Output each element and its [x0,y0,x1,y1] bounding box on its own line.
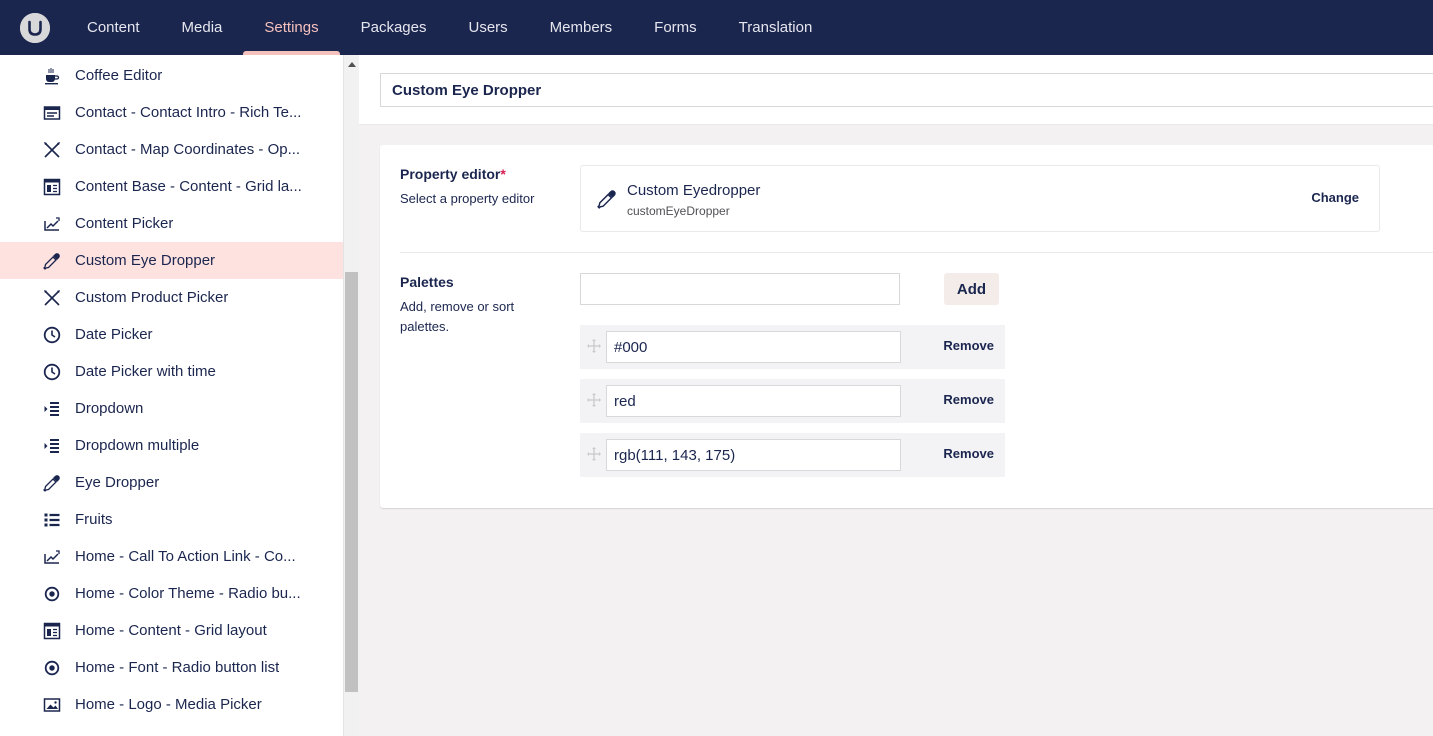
tree-item-custom-eye-dropper[interactable]: Custom Eye Dropper [0,242,343,279]
tree-item-label: Content Picker [75,215,174,232]
nav-media[interactable]: Media [161,0,244,55]
bullet-list-icon [42,510,62,530]
property-editor-label: Property editor* [400,166,506,182]
remove-palette-button[interactable]: Remove [943,446,994,461]
tree-item-label: Dropdown multiple [75,437,200,454]
tree-item-label: Home - Color Theme - Radio bu... [75,585,301,602]
umbraco-logo[interactable] [20,12,50,43]
tree-item-home-font[interactable]: Home - Font - Radio button list [0,649,343,686]
tree-item-home-logo[interactable]: Home - Logo - Media Picker [0,686,343,723]
tree-item-label: Custom Product Picker [75,289,229,306]
selected-property-editor[interactable]: Custom Eyedropper customEyeDropper Chang… [580,165,1380,232]
top-navigation-bar: Content Media Settings Packages Users Me… [0,0,1433,55]
tree-item-coffee-editor[interactable]: Coffee Editor [0,57,343,94]
coffee-icon [42,66,62,86]
main-editor: Custom Eye Dropper Property editor* Sele… [359,55,1433,736]
radio-button-icon [42,658,62,678]
radio-button-icon [42,584,62,604]
tree-item-label: Content Base - Content - Grid la... [75,178,302,195]
palette-row: #000 Remove [580,325,1005,369]
eyedropper-icon [42,473,62,493]
datatype-name-input[interactable]: Custom Eye Dropper [380,73,1433,107]
eyedropper-icon [597,189,617,209]
tree-item-content-picker[interactable]: Content Picker [0,205,343,242]
tree-item-home-color-theme[interactable]: Home - Color Theme - Radio bu... [0,575,343,612]
remove-palette-button[interactable]: Remove [943,392,994,407]
clock-icon [42,325,62,345]
tree-item-label: Custom Eye Dropper [75,252,216,269]
sidebar-scrollbar[interactable] [343,55,359,736]
drag-handle-icon[interactable] [587,447,601,461]
umbraco-logo-icon [20,12,50,43]
add-palette-button[interactable]: Add [944,273,999,305]
image-icon [42,695,62,715]
tree-item-label: Dropdown [75,400,144,417]
change-property-editor-button[interactable]: Change [1311,190,1359,205]
nav-packages[interactable]: Packages [340,0,448,55]
palettes-description: Add, remove or sort palettes. [400,299,515,334]
nav-members[interactable]: Members [529,0,634,55]
crossed-tools-icon [42,288,62,308]
tree-item-home-call-to-action[interactable]: Home - Call To Action Link - Co... [0,538,343,575]
content-picker-icon [42,214,62,234]
tree-item-content-base-grid[interactable]: Content Base - Content - Grid la... [0,168,343,205]
tree-item-date-picker-with-time[interactable]: Date Picker with time [0,353,343,390]
tree-item-label: Home - Content - Grid layout [75,622,267,639]
drag-handle-icon[interactable] [587,339,601,353]
nav-settings[interactable]: Settings [243,0,340,55]
property-editor-label-text: Property editor [400,166,501,182]
content-picker-icon [42,547,62,567]
tree-item-label: Date Picker [75,326,153,343]
palette-value-input[interactable]: #000 [606,331,901,363]
property-editor-name: Custom Eyedropper [627,182,761,199]
eyedropper-icon [42,251,62,271]
property-editor-alias: customEyeDropper [627,204,730,218]
tree-item-dropdown[interactable]: Dropdown [0,390,343,427]
editor-header: Custom Eye Dropper [359,55,1433,125]
tree-item-contact-intro[interactable]: Contact - Contact Intro - Rich Te... [0,94,343,131]
tree-item-eye-dropper[interactable]: Eye Dropper [0,464,343,501]
nav-translation[interactable]: Translation [718,0,834,55]
remove-palette-button[interactable]: Remove [943,338,994,353]
grid-layout-icon [42,177,62,197]
tree-item-label: Eye Dropper [75,474,160,491]
crossed-tools-icon [42,140,62,160]
tree-item-date-picker[interactable]: Date Picker [0,316,343,353]
property-editor-description: Select a property editor [400,191,535,206]
required-mark: * [500,166,506,182]
clock-icon [42,362,62,382]
palette-value-input[interactable]: red [606,385,901,417]
palette-row: red Remove [580,379,1005,423]
drag-handle-icon[interactable] [587,393,601,407]
dropdown-list-icon [42,436,62,456]
tree-item-label: Contact - Contact Intro - Rich Te... [75,104,302,121]
datatype-settings-panel: Property editor* Select a property edito… [380,145,1433,508]
new-palette-input[interactable] [580,273,900,305]
tree-item-home-content-grid[interactable]: Home - Content - Grid layout [0,612,343,649]
tree-item-dropdown-multiple[interactable]: Dropdown multiple [0,427,343,464]
tree-item-label: Contact - Map Coordinates - Op... [75,141,301,158]
nav-content[interactable]: Content [66,0,161,55]
section-divider [400,252,1433,253]
tree-item-label: Home - Call To Action Link - Co... [75,548,296,565]
tree-item-label: Home - Font - Radio button list [75,659,280,676]
settings-tree: Coffee Editor Contact - Contact Intro - … [0,55,343,736]
palettes-label: Palettes [400,274,454,290]
palette-row: rgb(111, 143, 175) Remove [580,433,1005,477]
palette-value-input[interactable]: rgb(111, 143, 175) [606,439,901,471]
tree-item-label: Fruits [75,511,113,528]
tree-item-label: Date Picker with time [75,363,216,380]
tree-item-fruits[interactable]: Fruits [0,501,343,538]
grid-layout-icon [42,621,62,641]
dropdown-list-icon [42,399,62,419]
scroll-up-arrow-icon[interactable] [344,57,360,71]
tree-item-label: Coffee Editor [75,67,163,84]
tree-item-label: Home - Logo - Media Picker [75,696,262,713]
tree-item-custom-product-picker[interactable]: Custom Product Picker [0,279,343,316]
tree-item-map-coordinates[interactable]: Contact - Map Coordinates - Op... [0,131,343,168]
nav-users[interactable]: Users [447,0,528,55]
nav-forms[interactable]: Forms [633,0,718,55]
rich-text-icon [42,103,62,123]
scrollbar-thumb[interactable] [345,272,358,692]
